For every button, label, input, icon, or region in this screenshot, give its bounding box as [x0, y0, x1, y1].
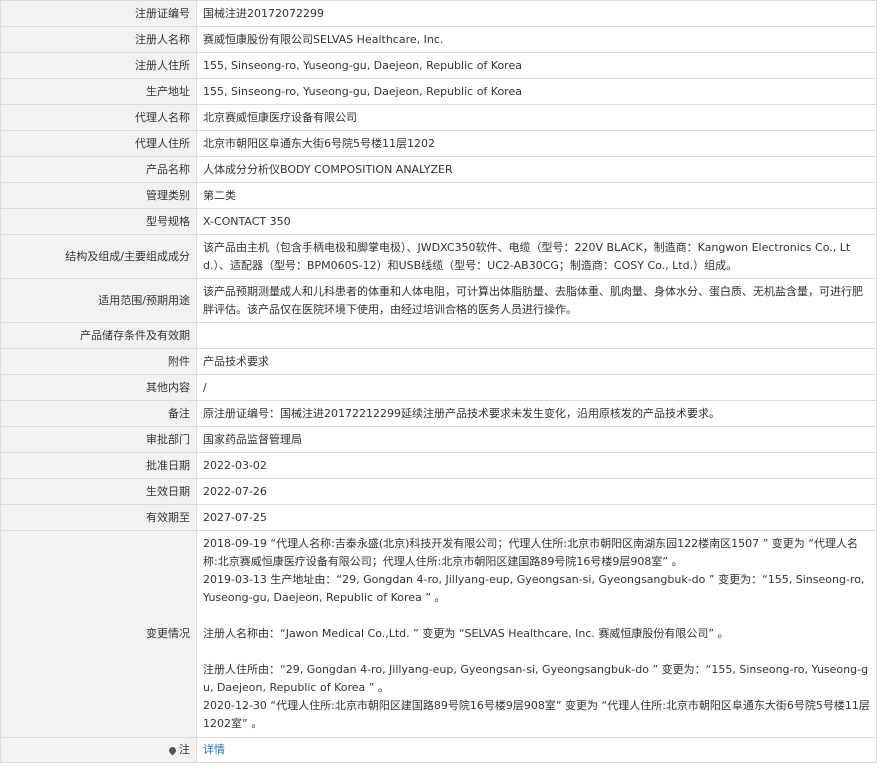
change-gap — [203, 643, 870, 661]
row-registration-number: 注册证编号 国械注进20172072299 — [0, 0, 877, 27]
label-attachment: 附件 — [0, 348, 197, 375]
value-expiry-date: 2027-07-25 — [196, 504, 877, 531]
row-model-spec: 型号规格 X-CONTACT 350 — [0, 208, 877, 235]
row-structure: 结构及组成/主要组成成分 该产品由主机（包含手柄电极和脚掌电极）、JWDXC35… — [0, 234, 877, 279]
label-intended-use: 适用范围/预期用途 — [0, 278, 197, 323]
label-remark: 备注 — [0, 400, 197, 427]
change-entry-1: 2018-09-19 “代理人名称:吉泰永盛(北京)科技开发有限公司；代理人住所… — [203, 537, 858, 568]
value-note: 详情 — [196, 737, 877, 763]
label-agent-name: 代理人名称 — [0, 104, 197, 131]
note-label: 注 — [179, 743, 190, 756]
row-expiry-date: 有效期至 2027-07-25 — [0, 504, 877, 531]
row-change-history: 变更情况 2018-09-19 “代理人名称:吉泰永盛(北京)科技开发有限公司；… — [0, 530, 877, 738]
value-storage — [196, 322, 877, 349]
map-pin-icon — [167, 745, 178, 755]
label-change-history: 变更情况 — [0, 530, 197, 738]
value-intended-use: 该产品预期测量成人和儿科患者的体重和人体电阻，可计算出体脂肪量、去脂体重、肌肉量… — [196, 278, 877, 323]
label-management-class: 管理类别 — [0, 182, 197, 209]
label-effective-date: 生效日期 — [0, 478, 197, 505]
row-remark: 备注 原注册证编号：国械注进20172212299延续注册产品技术要求未发生变化… — [0, 400, 877, 427]
value-remark: 原注册证编号：国械注进20172212299延续注册产品技术要求未发生变化，沿用… — [196, 400, 877, 427]
row-intended-use: 适用范围/预期用途 该产品预期测量成人和儿科患者的体重和人体电阻，可计算出体脂肪… — [0, 278, 877, 323]
label-registrant-address: 注册人住所 — [0, 52, 197, 79]
change-entry-5: 2020-12-30 “代理人住所:北京市朝阳区建国路89号院16号楼9层908… — [203, 699, 870, 730]
label-other: 其他内容 — [0, 374, 197, 401]
registration-detail-table: 注册证编号 国械注进20172072299 注册人名称 赛威恒康股份有限公司SE… — [0, 0, 877, 763]
value-product-name: 人体成分分析仪BODY COMPOSITION ANALYZER — [196, 156, 877, 183]
label-product-name: 产品名称 — [0, 156, 197, 183]
row-production-address: 生产地址 155, Sinseong-ro, Yuseong-gu, Daeje… — [0, 78, 877, 105]
row-agent-name: 代理人名称 北京赛威恒康医疗设备有限公司 — [0, 104, 877, 131]
label-structure: 结构及组成/主要组成成分 — [0, 234, 197, 279]
row-approval-dept: 审批部门 国家药品监督管理局 — [0, 426, 877, 453]
row-agent-address: 代理人住所 北京市朝阳区阜通东大街6号院5号楼11层1202 — [0, 130, 877, 157]
change-entry-2: 2019-03-13 生产地址由：“29, Gongdan 4-ro, Jill… — [203, 573, 865, 604]
change-entry-4: 注册人住所由：“29, Gongdan 4-ro, Jillyang-eup, … — [203, 663, 869, 694]
details-link[interactable]: 详情 — [203, 743, 225, 756]
row-registrant-address: 注册人住所 155, Sinseong-ro, Yuseong-gu, Daej… — [0, 52, 877, 79]
value-attachment: 产品技术要求 — [196, 348, 877, 375]
row-registrant-name: 注册人名称 赛威恒康股份有限公司SELVAS Healthcare, Inc. — [0, 26, 877, 53]
value-effective-date: 2022-07-26 — [196, 478, 877, 505]
value-approval-date: 2022-03-02 — [196, 452, 877, 479]
row-storage: 产品储存条件及有效期 — [0, 322, 877, 349]
row-other: 其他内容 / — [0, 374, 877, 401]
row-management-class: 管理类别 第二类 — [0, 182, 877, 209]
change-gap — [203, 607, 870, 625]
row-product-name: 产品名称 人体成分分析仪BODY COMPOSITION ANALYZER — [0, 156, 877, 183]
row-effective-date: 生效日期 2022-07-26 — [0, 478, 877, 505]
value-production-address: 155, Sinseong-ro, Yuseong-gu, Daejeon, R… — [196, 78, 877, 105]
label-model-spec: 型号规格 — [0, 208, 197, 235]
row-note: 注 详情 — [0, 737, 877, 763]
change-entry-3: 注册人名称由：“Jawon Medical Co.,Ltd. ” 变更为 “SE… — [203, 627, 729, 640]
value-registration-number: 国械注进20172072299 — [196, 0, 877, 27]
value-approval-dept: 国家药品监督管理局 — [196, 426, 877, 453]
value-agent-name: 北京赛威恒康医疗设备有限公司 — [196, 104, 877, 131]
value-change-history: 2018-09-19 “代理人名称:吉泰永盛(北京)科技开发有限公司；代理人住所… — [196, 530, 877, 738]
value-agent-address: 北京市朝阳区阜通东大街6号院5号楼11层1202 — [196, 130, 877, 157]
value-registrant-name: 赛威恒康股份有限公司SELVAS Healthcare, Inc. — [196, 26, 877, 53]
value-registrant-address: 155, Sinseong-ro, Yuseong-gu, Daejeon, R… — [196, 52, 877, 79]
value-model-spec: X-CONTACT 350 — [196, 208, 877, 235]
row-approval-date: 批准日期 2022-03-02 — [0, 452, 877, 479]
value-management-class: 第二类 — [196, 182, 877, 209]
label-registrant-name: 注册人名称 — [0, 26, 197, 53]
label-approval-date: 批准日期 — [0, 452, 197, 479]
label-production-address: 生产地址 — [0, 78, 197, 105]
value-other: / — [196, 374, 877, 401]
label-approval-dept: 审批部门 — [0, 426, 197, 453]
label-expiry-date: 有效期至 — [0, 504, 197, 531]
label-storage: 产品储存条件及有效期 — [0, 322, 197, 349]
label-agent-address: 代理人住所 — [0, 130, 197, 157]
value-structure: 该产品由主机（包含手柄电极和脚掌电极）、JWDXC350软件、电缆（型号：220… — [196, 234, 877, 279]
row-attachment: 附件 产品技术要求 — [0, 348, 877, 375]
label-registration-number: 注册证编号 — [0, 0, 197, 27]
label-note: 注 — [0, 737, 197, 763]
